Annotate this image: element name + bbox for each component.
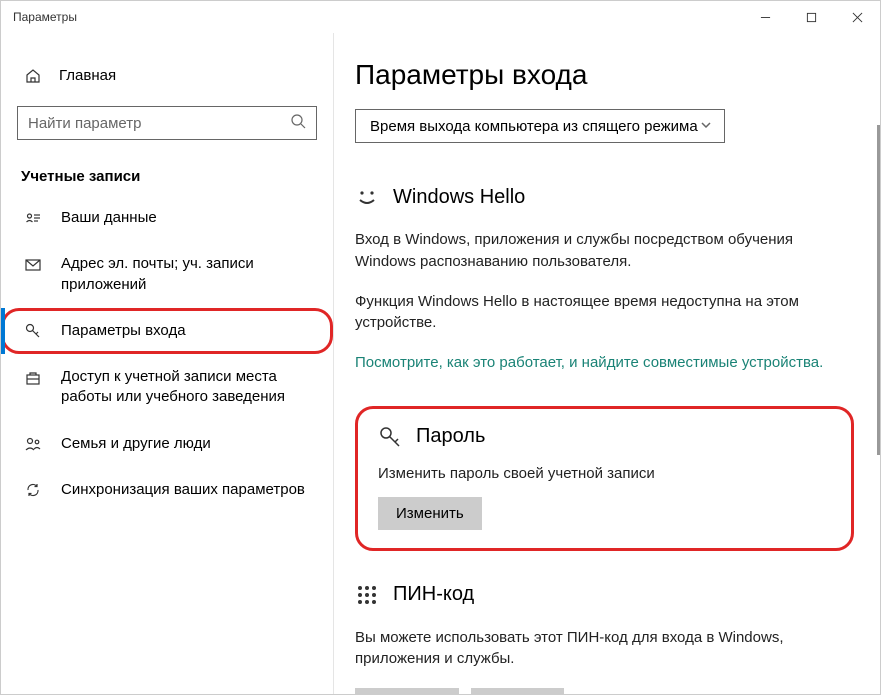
dropdown-label: Время выхода компьютера из спящего режим… bbox=[370, 118, 698, 135]
close-button[interactable] bbox=[834, 1, 880, 33]
key-icon bbox=[378, 425, 402, 449]
person-card-icon bbox=[25, 210, 41, 226]
content-area: Параметры входа Время выхода компьютера … bbox=[333, 33, 880, 694]
mail-icon bbox=[25, 257, 41, 273]
sidebar-item-sync[interactable]: Синхронизация ваших параметров bbox=[1, 467, 333, 513]
require-signin-dropdown[interactable]: Время выхода компьютера из спящего режим… bbox=[355, 109, 725, 143]
sync-icon bbox=[25, 482, 41, 498]
briefcase-icon bbox=[25, 370, 41, 386]
change-password-button[interactable]: Изменить bbox=[378, 497, 482, 530]
sidebar-item-label: Синхронизация ваших параметров bbox=[61, 480, 305, 500]
section-title: Windows Hello bbox=[355, 185, 854, 209]
home-label: Главная bbox=[59, 67, 116, 84]
search-box[interactable] bbox=[17, 106, 317, 140]
home-link[interactable]: Главная bbox=[1, 59, 333, 92]
search-icon bbox=[290, 113, 306, 134]
maximize-button[interactable] bbox=[788, 1, 834, 33]
hello-link[interactable]: Посмотрите, как это работает, и найдите … bbox=[355, 352, 854, 374]
sidebar-item-label: Ваши данные bbox=[61, 208, 157, 228]
change-pin-button[interactable]: Изменить bbox=[355, 688, 459, 694]
page-title: Параметры входа bbox=[355, 59, 854, 91]
smiley-icon bbox=[355, 185, 379, 209]
sidebar-item-label: Доступ к учетной записи места работы или… bbox=[61, 367, 321, 408]
pin-description: Вы можете использовать этот ПИН-код для … bbox=[355, 627, 854, 671]
hello-unavailable: Функция Windows Hello в настоящее время … bbox=[355, 291, 854, 335]
titlebar-controls bbox=[742, 1, 880, 33]
search-input[interactable] bbox=[28, 115, 290, 132]
section-password: Пароль Изменить пароль своей учетной зап… bbox=[355, 406, 854, 551]
people-icon bbox=[25, 436, 41, 452]
sidebar-item-your-info[interactable]: Ваши данные bbox=[1, 195, 333, 241]
sidebar-item-signin-options[interactable]: Параметры входа bbox=[1, 308, 333, 354]
sidebar: Главная Учетные записи Ваши данные Адрес… bbox=[1, 33, 333, 694]
section-title: Пароль bbox=[378, 425, 831, 449]
sidebar-item-family[interactable]: Семья и другие люди bbox=[1, 421, 333, 467]
minimize-button[interactable] bbox=[742, 1, 788, 33]
sidebar-item-label: Параметры входа bbox=[61, 321, 186, 341]
section-title-text: ПИН-код bbox=[393, 583, 474, 606]
window-title: Параметры bbox=[13, 10, 77, 24]
section-title-text: Windows Hello bbox=[393, 186, 525, 209]
pin-grid-icon bbox=[355, 583, 379, 607]
remove-pin-button[interactable]: Удалить bbox=[471, 688, 564, 694]
password-description: Изменить пароль своей учетной записи bbox=[378, 463, 831, 485]
sidebar-item-label: Семья и другие люди bbox=[61, 434, 211, 454]
chevron-down-icon bbox=[700, 118, 712, 135]
key-icon bbox=[25, 323, 41, 339]
section-title: ПИН-код bbox=[355, 583, 854, 607]
section-windows-hello: Windows Hello Вход в Windows, приложения… bbox=[355, 185, 854, 374]
home-icon bbox=[25, 68, 41, 84]
sidebar-item-label: Адрес эл. почты; уч. записи приложений bbox=[61, 254, 321, 295]
sidebar-item-email[interactable]: Адрес эл. почты; уч. записи приложений bbox=[1, 241, 333, 308]
section-pin: ПИН-код Вы можете использовать этот ПИН-… bbox=[355, 583, 854, 695]
sidebar-item-work-access[interactable]: Доступ к учетной записи места работы или… bbox=[1, 354, 333, 421]
titlebar: Параметры bbox=[1, 1, 880, 33]
section-header: Учетные записи bbox=[1, 140, 333, 195]
scrollbar[interactable] bbox=[877, 125, 880, 455]
section-title-text: Пароль bbox=[416, 425, 485, 448]
hello-description: Вход в Windows, приложения и службы поср… bbox=[355, 229, 854, 273]
